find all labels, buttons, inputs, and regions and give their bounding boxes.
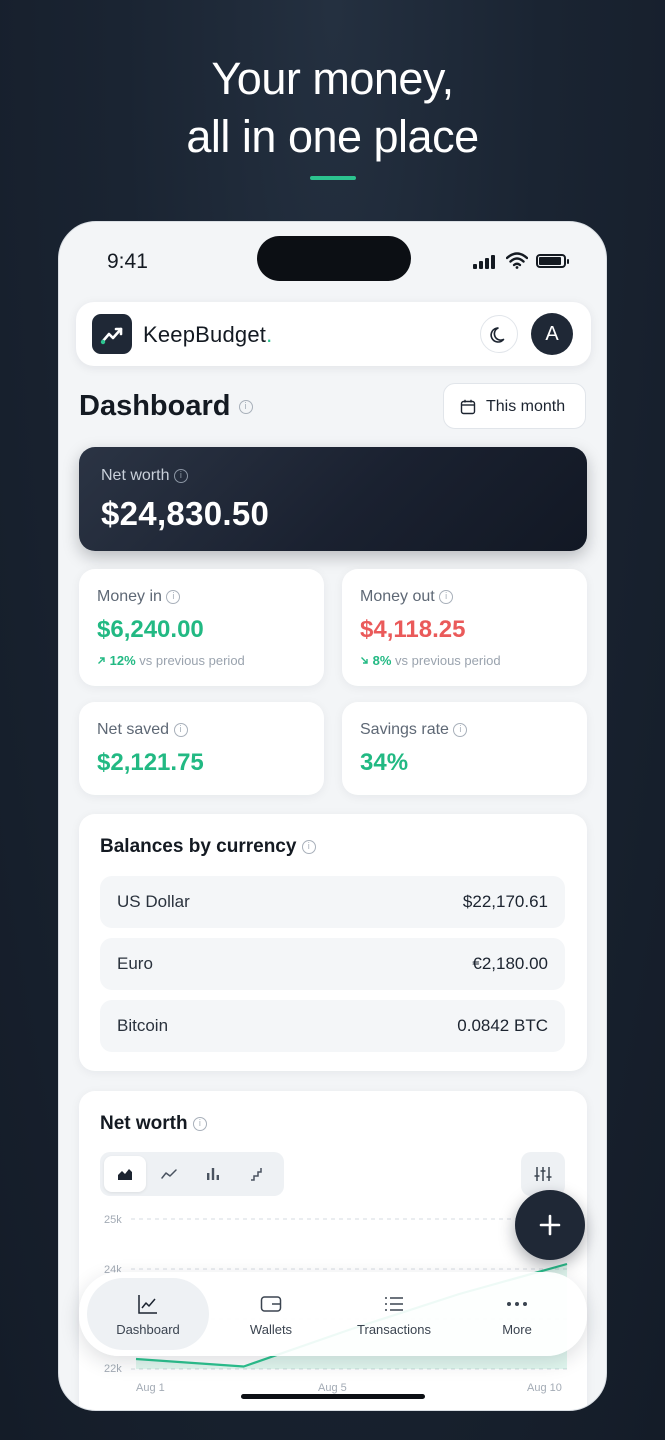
area-chart-button[interactable] bbox=[104, 1156, 146, 1192]
x-tick-label: Aug 5 bbox=[318, 1382, 347, 1394]
money-out-trend: 8% vs previous period bbox=[360, 653, 501, 668]
info-icon[interactable]: i bbox=[173, 468, 188, 483]
info-icon[interactable]: i bbox=[439, 589, 454, 604]
bottom-navigation: Dashboard Wallets Transactions More bbox=[79, 1272, 587, 1356]
brand-dot: . bbox=[266, 322, 273, 347]
net-saved-card: Net saved i $2,121.75 bbox=[79, 702, 324, 795]
app-logo-icon[interactable] bbox=[92, 314, 132, 354]
nav-label: Transactions bbox=[357, 1322, 431, 1337]
chart-icon bbox=[138, 1295, 157, 1314]
battery-icon bbox=[536, 254, 569, 268]
headline-line-2: all in one place bbox=[186, 111, 479, 162]
net-worth-value: $24,830.50 bbox=[101, 495, 270, 532]
wifi-icon bbox=[506, 252, 528, 269]
user-avatar[interactable]: A bbox=[531, 313, 573, 355]
line-chart-button[interactable] bbox=[148, 1156, 190, 1192]
x-tick-label: Aug 10 bbox=[527, 1382, 562, 1394]
net-worth-label: Net worth i bbox=[101, 467, 188, 485]
balance-currency-name: US Dollar bbox=[117, 892, 190, 911]
money-in-card: Money in i $6,240.00 12% vs previous per… bbox=[79, 569, 324, 686]
page-title: Dashboard i bbox=[79, 390, 253, 423]
net-saved-value: $2,121.75 bbox=[97, 749, 204, 776]
balance-amount: 0.0842 BTC bbox=[457, 1016, 548, 1035]
period-selector-button[interactable]: This month bbox=[443, 383, 586, 429]
balance-currency-name: Euro bbox=[117, 954, 153, 973]
nav-label: Dashboard bbox=[116, 1322, 180, 1337]
info-icon[interactable]: i bbox=[166, 589, 181, 604]
dynamic-island bbox=[257, 236, 411, 281]
balances-title: Balances by currency i bbox=[100, 836, 316, 858]
info-icon[interactable]: i bbox=[173, 722, 188, 737]
bar-chart-button[interactable] bbox=[192, 1156, 234, 1192]
balance-amount: $22,170.61 bbox=[462, 892, 548, 911]
money-out-label: Money out i bbox=[360, 588, 454, 606]
money-in-value: $6,240.00 bbox=[97, 616, 204, 643]
list-icon bbox=[385, 1297, 403, 1311]
trend-up-icon bbox=[98, 657, 105, 664]
add-transaction-button[interactable] bbox=[515, 1190, 585, 1260]
moon-icon bbox=[490, 327, 505, 343]
money-in-label: Money in i bbox=[97, 588, 181, 606]
status-bar: 9:41 bbox=[59, 222, 606, 292]
balance-currency-name: Bitcoin bbox=[117, 1016, 169, 1035]
step-chart-icon bbox=[251, 1168, 262, 1181]
info-icon[interactable]: i bbox=[238, 400, 253, 415]
bar-chart-icon bbox=[207, 1168, 219, 1180]
savings-rate-label: Savings rate i bbox=[360, 721, 468, 739]
savings-rate-card: Savings rate i 34% bbox=[342, 702, 587, 795]
chart-title: Net worth i bbox=[100, 1113, 207, 1135]
balances-card: Balances by currency i US Dollar $22,170… bbox=[79, 814, 587, 1071]
brand-name: KeepBudget. bbox=[143, 322, 273, 347]
wallet-icon bbox=[260, 1296, 282, 1312]
net-saved-label: Net saved i bbox=[97, 721, 188, 739]
headline-accent-bar bbox=[310, 176, 356, 180]
money-in-trend: 12% vs previous period bbox=[97, 653, 245, 668]
area-chart-icon bbox=[118, 1169, 132, 1180]
nav-more[interactable]: More bbox=[456, 1278, 578, 1350]
balance-row-usd[interactable]: US Dollar $22,170.61 bbox=[100, 876, 565, 928]
calendar-icon bbox=[460, 399, 476, 415]
y-tick-label: 25k bbox=[104, 1214, 122, 1226]
signal-icon bbox=[473, 255, 495, 269]
nav-dashboard[interactable]: Dashboard bbox=[87, 1278, 209, 1350]
money-out-value: $4,118.25 bbox=[360, 616, 466, 643]
info-icon[interactable]: i bbox=[301, 839, 316, 854]
net-worth-card: Net worth i $24,830.50 bbox=[79, 447, 587, 551]
money-out-card: Money out i $4,118.25 8% vs previous per… bbox=[342, 569, 587, 686]
nav-label: Wallets bbox=[249, 1322, 293, 1337]
period-label: This month bbox=[486, 398, 566, 415]
balance-row-btc[interactable]: Bitcoin 0.0842 BTC bbox=[100, 1000, 565, 1052]
nav-transactions[interactable]: Transactions bbox=[333, 1278, 455, 1350]
plus-icon bbox=[539, 1214, 561, 1236]
info-icon[interactable]: i bbox=[453, 722, 468, 737]
chart-type-selector bbox=[100, 1152, 284, 1196]
nav-wallets[interactable]: Wallets bbox=[210, 1278, 332, 1350]
marketing-headline: Your money, all in one place bbox=[0, 50, 665, 166]
info-icon[interactable]: i bbox=[192, 1116, 207, 1131]
balance-amount: €2,180.00 bbox=[472, 954, 548, 973]
balance-row-eur[interactable]: Euro €2,180.00 bbox=[100, 938, 565, 990]
home-indicator bbox=[241, 1394, 425, 1399]
trend-down-icon bbox=[361, 657, 368, 664]
net-worth-chart-card: Net worth i 25k 24k 22k Aug 1 Aug 5 Aug … bbox=[79, 1091, 587, 1410]
line-chart-icon bbox=[161, 1169, 177, 1179]
headline-line-1: Your money, bbox=[211, 53, 454, 104]
theme-toggle-button[interactable] bbox=[480, 315, 518, 353]
phone-frame: 9:41 KeepBudget. A Dashboard i This mont… bbox=[58, 221, 607, 1411]
savings-rate-value: 34% bbox=[360, 749, 409, 776]
more-icon bbox=[507, 1302, 527, 1306]
step-chart-button[interactable] bbox=[236, 1156, 278, 1192]
y-tick-label: 22k bbox=[104, 1363, 122, 1375]
nav-label: More bbox=[502, 1322, 532, 1337]
x-tick-label: Aug 1 bbox=[136, 1382, 165, 1394]
app-header: KeepBudget. A bbox=[76, 302, 591, 366]
status-time: 9:41 bbox=[107, 250, 148, 273]
